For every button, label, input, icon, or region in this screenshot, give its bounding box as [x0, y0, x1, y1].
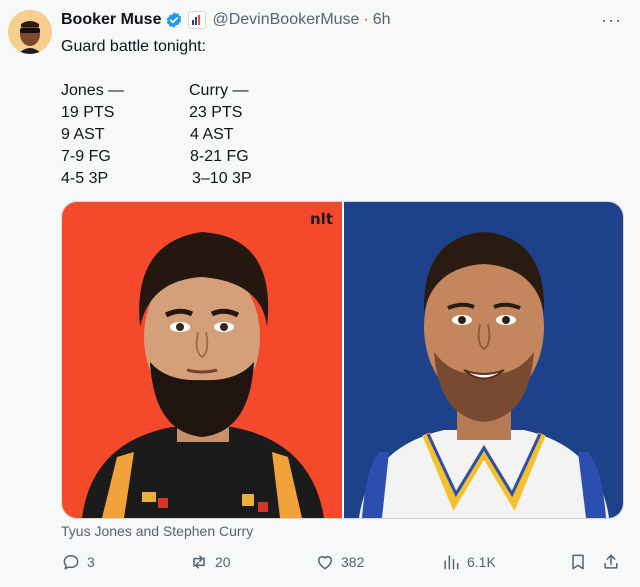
- stats-line: 9 AST: [61, 126, 105, 143]
- player-stats-curry: Curry — 23 PTS 4 AST 8-21 FG 3–10 3P: [189, 80, 252, 190]
- media-image-curry[interactable]: [343, 202, 624, 518]
- bookmark-button[interactable]: [568, 552, 594, 572]
- repost-icon: [193, 555, 205, 569]
- stats-line: 4-5 3P: [61, 170, 109, 187]
- bookmark-icon: [572, 554, 584, 570]
- verified-badge-icon: [167, 12, 182, 28]
- stats-line: 8-21 FG: [190, 148, 249, 165]
- stats-line: 19 PTS: [61, 104, 115, 121]
- jones-illustration: nlt: [62, 202, 342, 518]
- views-icon: [444, 555, 459, 570]
- views-button[interactable]: 6.1K: [441, 552, 496, 572]
- more-icon[interactable]: ···: [601, 10, 622, 31]
- share-button[interactable]: [601, 552, 627, 572]
- artist-tag: nlt: [310, 210, 333, 228]
- tweet: Booker Muse @DevinBookerMuse · 6h ··· Gu…: [0, 0, 640, 587]
- avatar[interactable]: [8, 10, 52, 54]
- tweet-header: Booker Muse @DevinBookerMuse · 6h: [61, 10, 391, 30]
- reply-count: 3: [87, 554, 95, 570]
- media-caption: Tyus Jones and Stephen Curry: [61, 523, 254, 539]
- stats-line: 23 PTS: [189, 104, 243, 121]
- author-handle[interactable]: @DevinBookerMuse: [212, 11, 359, 29]
- like-button[interactable]: 382: [315, 552, 364, 572]
- timestamp[interactable]: 6h: [373, 11, 391, 29]
- stats-header: Curry —: [189, 82, 249, 99]
- curry-illustration: [343, 202, 623, 518]
- avatar-illustration: [8, 10, 52, 54]
- stats-header: Jones —: [61, 82, 125, 99]
- affiliation-icon[interactable]: [188, 11, 207, 29]
- stats-line: 3–10 3P: [192, 170, 252, 187]
- like-count: 382: [341, 554, 365, 570]
- tweet-text: Guard battle tonight:: [61, 38, 206, 55]
- reply-icon: [63, 555, 79, 570]
- share-icon: [604, 554, 618, 569]
- tweet-media[interactable]: nlt: [61, 201, 624, 519]
- reply-button[interactable]: 3: [61, 552, 95, 572]
- stats-line: 7-9 FG: [61, 148, 111, 165]
- media-image-jones[interactable]: nlt: [62, 202, 342, 518]
- repost-count: 20: [215, 554, 231, 570]
- author-name[interactable]: Booker Muse: [61, 11, 161, 29]
- separator-dot: ·: [363, 11, 369, 28]
- repost-button[interactable]: 20: [189, 552, 231, 572]
- stats-line: 4 AST: [190, 126, 234, 143]
- views-count: 6.1K: [467, 554, 496, 570]
- tweet-actions: 3 20 382 6.1K: [61, 552, 623, 576]
- player-stats-jones: Jones — 19 PTS 9 AST 7-9 FG 4-5 3P: [61, 80, 124, 190]
- like-icon: [318, 556, 332, 570]
